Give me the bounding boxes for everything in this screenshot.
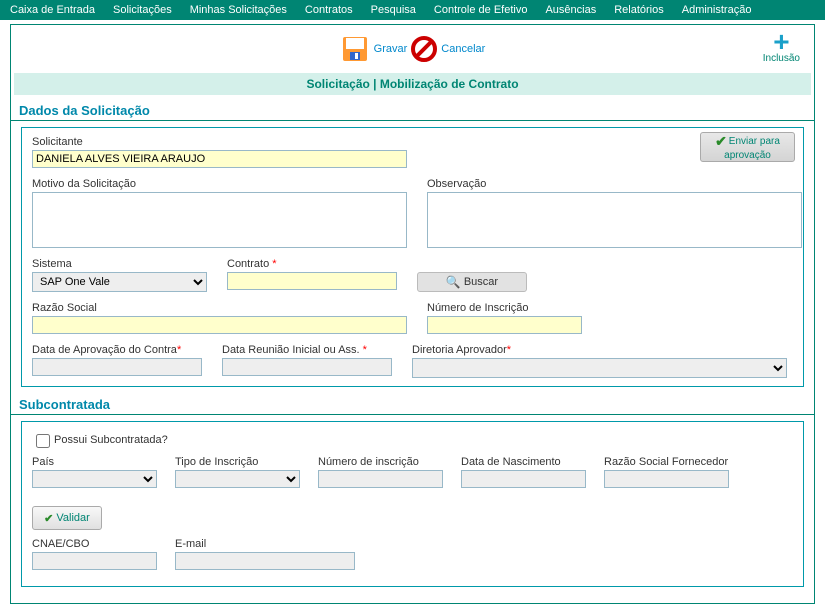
diretoria-select[interactable] [412,358,787,378]
motivo-textarea[interactable] [32,192,407,248]
sub-form: Possui Subcontratada? País Tipo de Inscr… [21,421,804,587]
save-icon [340,34,370,64]
cancel-label: Cancelar [441,43,485,55]
possui-sub-label: Possui Subcontratada? [54,434,168,446]
page-title: Solicitação | Mobilização de Contrato [14,73,811,95]
razao-input[interactable] [32,316,407,334]
observacao-textarea[interactable] [427,192,802,248]
cancel-button[interactable]: Cancelar [411,36,485,62]
solicitante-input[interactable] [32,150,407,168]
menu-ausencias[interactable]: Ausências [545,4,596,16]
solicitante-label: Solicitante [32,136,407,148]
data-aprov-label: Data de Aprovação do Contra* [32,344,202,356]
contrato-label: Contrato * [227,258,397,270]
buscar-button[interactable]: 🔍 Buscar [417,272,527,292]
enviar-aprovacao-button[interactable]: ✔Enviar para aprovação [700,132,795,162]
cnae-label: CNAE/CBO [32,538,157,550]
data-aprov-input[interactable] [32,358,202,376]
menu-pesquisa[interactable]: Pesquisa [371,4,416,16]
plus-icon: + [763,31,800,53]
include-label: Inclusão [763,53,800,64]
validar-button[interactable]: ✔ Validar [32,506,102,530]
data-nasc-input[interactable] [461,470,586,488]
validar-label: Validar [56,512,89,524]
razao-forn-input[interactable] [604,470,729,488]
tipo-inscr-label: Tipo de Inscrição [175,456,300,468]
menu-admin[interactable]: Administração [682,4,752,16]
razao-label: Razão Social [32,302,407,314]
save-label: Gravar [374,43,408,55]
email-input[interactable] [175,552,355,570]
check-icon: ✔ [44,512,53,525]
save-button[interactable]: Gravar [340,34,408,64]
menu-minhas[interactable]: Minhas Solicitações [190,4,287,16]
contrato-input[interactable] [227,272,397,290]
observacao-label: Observação [427,178,802,190]
enviar-l2: aprovação [724,150,771,161]
data-reuniao-label: Data Reunião Inicial ou Ass. * [222,344,392,356]
cancel-icon [411,36,437,62]
dados-form: ✔Enviar para aprovação Solicitante Motiv… [21,127,804,387]
cnae-input[interactable] [32,552,157,570]
diretoria-label: Diretoria Aprovador* [412,344,787,356]
menu-caixa[interactable]: Caixa de Entrada [10,4,95,16]
possui-sub-checkbox[interactable] [36,434,50,448]
enviar-l1: Enviar para [729,136,780,147]
razao-forn-label: Razão Social Fornecedor [604,456,729,468]
menu-relatorios[interactable]: Relatórios [614,4,664,16]
include-button[interactable]: + Inclusão [763,31,800,64]
search-icon: 🔍 [446,275,461,289]
email-label: E-mail [175,538,355,550]
main-menu: Caixa de Entrada Solicitações Minhas Sol… [0,0,825,20]
inscricao-input[interactable] [427,316,582,334]
sistema-label: Sistema [32,258,207,270]
pais-label: País [32,456,157,468]
num-inscr-label: Número de inscrição [318,456,443,468]
check-icon: ✔ [715,133,727,150]
num-inscr-input[interactable] [318,470,443,488]
menu-contratos[interactable]: Contratos [305,4,353,16]
tipo-inscr-select[interactable] [175,470,300,488]
pais-select[interactable] [32,470,157,488]
section-sub-header: Subcontratada [11,393,814,415]
data-reuniao-input[interactable] [222,358,392,376]
menu-solicitacoes[interactable]: Solicitações [113,4,172,16]
toolbar: Gravar Cancelar + Inclusão [11,25,814,73]
menu-controle[interactable]: Controle de Efetivo [434,4,528,16]
inscricao-label: Número de Inscrição [427,302,582,314]
section-dados-header: Dados da Solicitação [11,99,814,121]
data-nasc-label: Data de Nascimento [461,456,586,468]
motivo-label: Motivo da Solicitação [32,178,407,190]
page-container: Gravar Cancelar + Inclusão Solicitação |… [10,24,815,604]
buscar-label: Buscar [464,276,498,288]
sistema-select[interactable]: SAP One Vale [32,272,207,292]
